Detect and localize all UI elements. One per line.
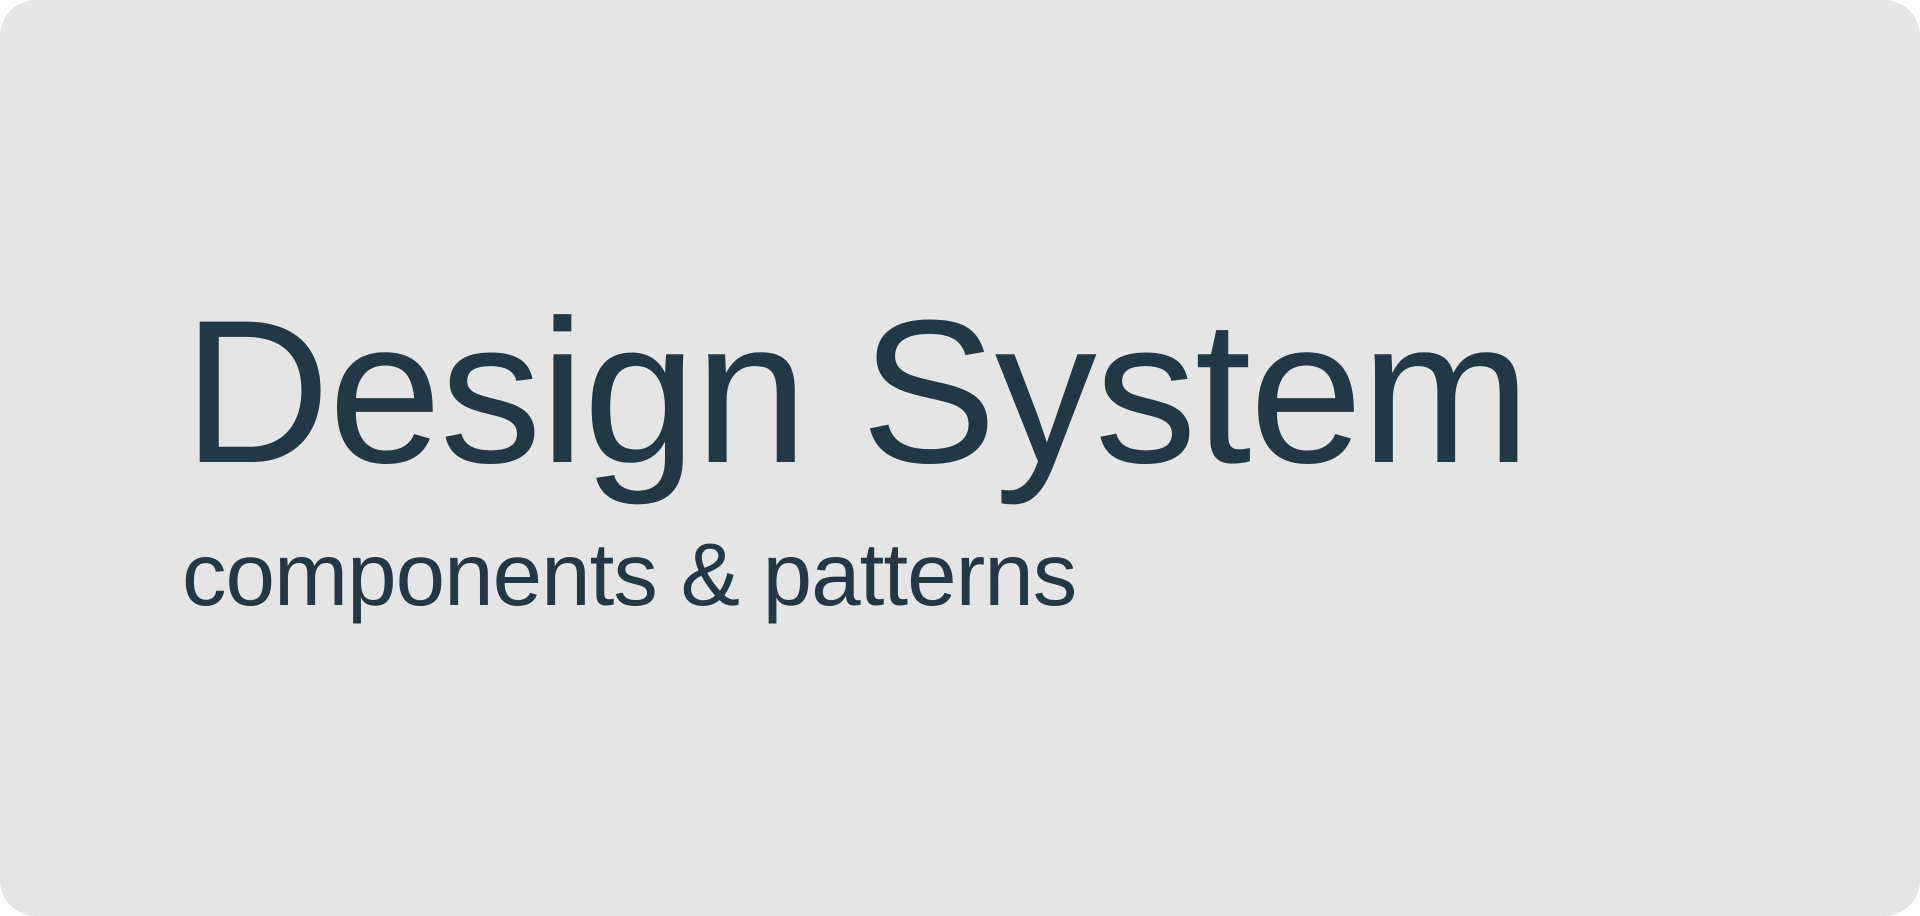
page-subtitle: components & patterns bbox=[182, 524, 1077, 624]
page-title: Design System bbox=[183, 278, 1531, 506]
hero-card: Design System components & patterns bbox=[0, 0, 1920, 916]
